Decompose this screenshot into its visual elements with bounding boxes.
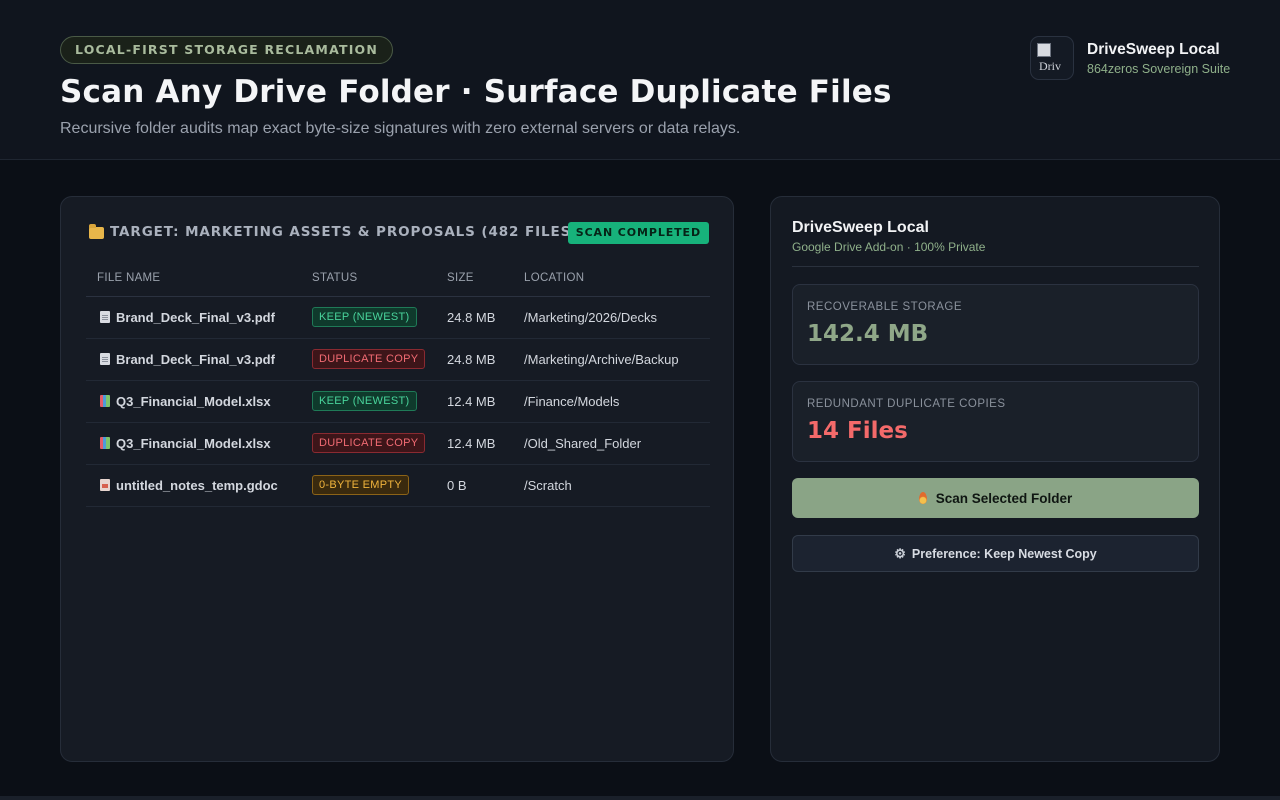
file-name: Brand_Deck_Final_v3.pdf	[116, 351, 275, 367]
status-cell: DUPLICATE COPY	[301, 338, 436, 381]
size-cell: 24.8 MB	[436, 338, 513, 381]
folder-icon	[89, 224, 104, 239]
recoverable-storage-card: RECOVERABLE STORAGE 142.4 MB	[792, 284, 1199, 365]
brand-logo-alt: Driv	[1039, 59, 1061, 73]
broken-image-icon	[1037, 43, 1051, 57]
doc-file-icon	[100, 478, 110, 491]
target-folder-title: TARGET: MARKETING ASSETS & PROPOSALS (48…	[110, 224, 579, 240]
size-cell: 12.4 MB	[436, 422, 513, 465]
tagline-pill: LOCAL-FIRST STORAGE RECLAMATION	[60, 36, 394, 64]
size-cell: 12.4 MB	[436, 380, 513, 423]
file-name: Brand_Deck_Final_v3.pdf	[116, 309, 275, 325]
file-table: FILE NAME STATUS SIZE LOCATION Brand_Dec…	[86, 261, 710, 507]
duplicate-copies-card: REDUNDANT DUPLICATE COPIES 14 Files	[792, 381, 1199, 462]
keep-newest-preference-button[interactable]: ⚙ Preference: Keep Newest Copy	[792, 535, 1199, 572]
addon-name: DriveSweep Local	[792, 219, 929, 236]
status-badge: KEEP (NEWEST)	[312, 391, 417, 411]
file-name-cell: untitled_notes_temp.gdoc	[86, 464, 301, 507]
page-title: Scan Any Drive Folder · Surface Duplicat…	[60, 74, 892, 110]
file-name-cell: Brand_Deck_Final_v3.pdf	[86, 338, 301, 381]
file-name-cell: Q3_Financial_Model.xlsx	[86, 380, 301, 423]
duplicate-copies-value: 14 Files	[807, 418, 908, 444]
brand-logo-image: Driv	[1030, 36, 1074, 80]
table-row[interactable]: Q3_Financial_Model.xlsx KEEP (NEWEST) 12…	[86, 380, 710, 423]
flame-icon	[918, 492, 927, 504]
location-cell: /Marketing/2026/Decks	[513, 296, 710, 339]
location-cell: /Old_Shared_Folder	[513, 422, 710, 465]
page-header: LOCAL-FIRST STORAGE RECLAMATION Scan Any…	[0, 0, 1280, 160]
table-row[interactable]: Brand_Deck_Final_v3.pdf DUPLICATE COPY 2…	[86, 338, 710, 381]
location-cell: /Marketing/Archive/Backup	[513, 338, 710, 381]
column-header-file-name[interactable]: FILE NAME	[86, 261, 301, 297]
recoverable-storage-value: 142.4 MB	[807, 321, 929, 347]
status-cell: KEEP (NEWEST)	[301, 296, 436, 339]
file-name: Q3_Financial_Model.xlsx	[116, 393, 271, 409]
file-name: untitled_notes_temp.gdoc	[116, 477, 278, 493]
table-row[interactable]: Q3_Financial_Model.xlsx DUPLICATE COPY 1…	[86, 422, 710, 465]
scan-button-label: Scan Selected Folder	[935, 490, 1073, 506]
brand-block: Driv DriveSweep Local 864zeros Sovereign…	[1030, 36, 1230, 80]
status-badge: DUPLICATE COPY	[312, 349, 426, 369]
table-header-row: FILE NAME STATUS SIZE LOCATION	[86, 261, 710, 297]
status-cell: KEEP (NEWEST)	[301, 380, 436, 423]
file-name-cell: Brand_Deck_Final_v3.pdf	[86, 296, 301, 339]
scan-results-panel: TARGET: MARKETING ASSETS & PROPOSALS (48…	[60, 196, 734, 762]
file-name: Q3_Financial_Model.xlsx	[116, 435, 271, 451]
status-badge: 0-BYTE EMPTY	[312, 475, 410, 495]
spreadsheet-file-icon	[100, 394, 110, 407]
bottom-edge	[0, 796, 1280, 800]
scan-results-header: TARGET: MARKETING ASSETS & PROPOSALS (48…	[87, 222, 709, 246]
stat-label: REDUNDANT DUPLICATE COPIES	[807, 398, 1006, 410]
size-cell: 24.8 MB	[436, 296, 513, 339]
column-header-status[interactable]: STATUS	[301, 261, 436, 297]
status-badge: KEEP (NEWEST)	[312, 307, 417, 327]
gear-icon: ⚙	[894, 546, 906, 561]
column-header-size[interactable]: SIZE	[436, 261, 513, 297]
size-cell: 0 B	[436, 464, 513, 507]
scan-status-badge: SCAN COMPLETED	[567, 222, 709, 244]
divider	[792, 266, 1199, 267]
scan-selected-folder-button[interactable]: Scan Selected Folder	[792, 478, 1199, 518]
page-subtitle: Recursive folder audits map exact byte-s…	[60, 120, 741, 137]
status-badge: DUPLICATE COPY	[312, 433, 426, 453]
addon-sidebar-panel: DriveSweep Local Google Drive Add-on · 1…	[770, 196, 1220, 762]
status-cell: 0-BYTE EMPTY	[301, 464, 436, 507]
addon-subtitle: Google Drive Add-on · 100% Private	[792, 240, 986, 254]
brand-suite: 864zeros Sovereign Suite	[1087, 62, 1231, 76]
file-name-cell: Q3_Financial_Model.xlsx	[86, 422, 301, 465]
location-cell: /Scratch	[513, 464, 710, 507]
status-cell: DUPLICATE COPY	[301, 422, 436, 465]
table-row[interactable]: untitled_notes_temp.gdoc 0-BYTE EMPTY 0 …	[86, 464, 710, 507]
stat-label: RECOVERABLE STORAGE	[807, 301, 962, 313]
pdf-file-icon	[100, 310, 110, 323]
spreadsheet-file-icon	[100, 436, 110, 449]
preference-button-label: Preference: Keep Newest Copy	[911, 546, 1097, 561]
column-header-location[interactable]: LOCATION	[513, 261, 710, 297]
pdf-file-icon	[100, 352, 110, 365]
brand-name: DriveSweep Local	[1087, 41, 1220, 58]
table-row[interactable]: Brand_Deck_Final_v3.pdf KEEP (NEWEST) 24…	[86, 296, 710, 339]
location-cell: /Finance/Models	[513, 380, 710, 423]
